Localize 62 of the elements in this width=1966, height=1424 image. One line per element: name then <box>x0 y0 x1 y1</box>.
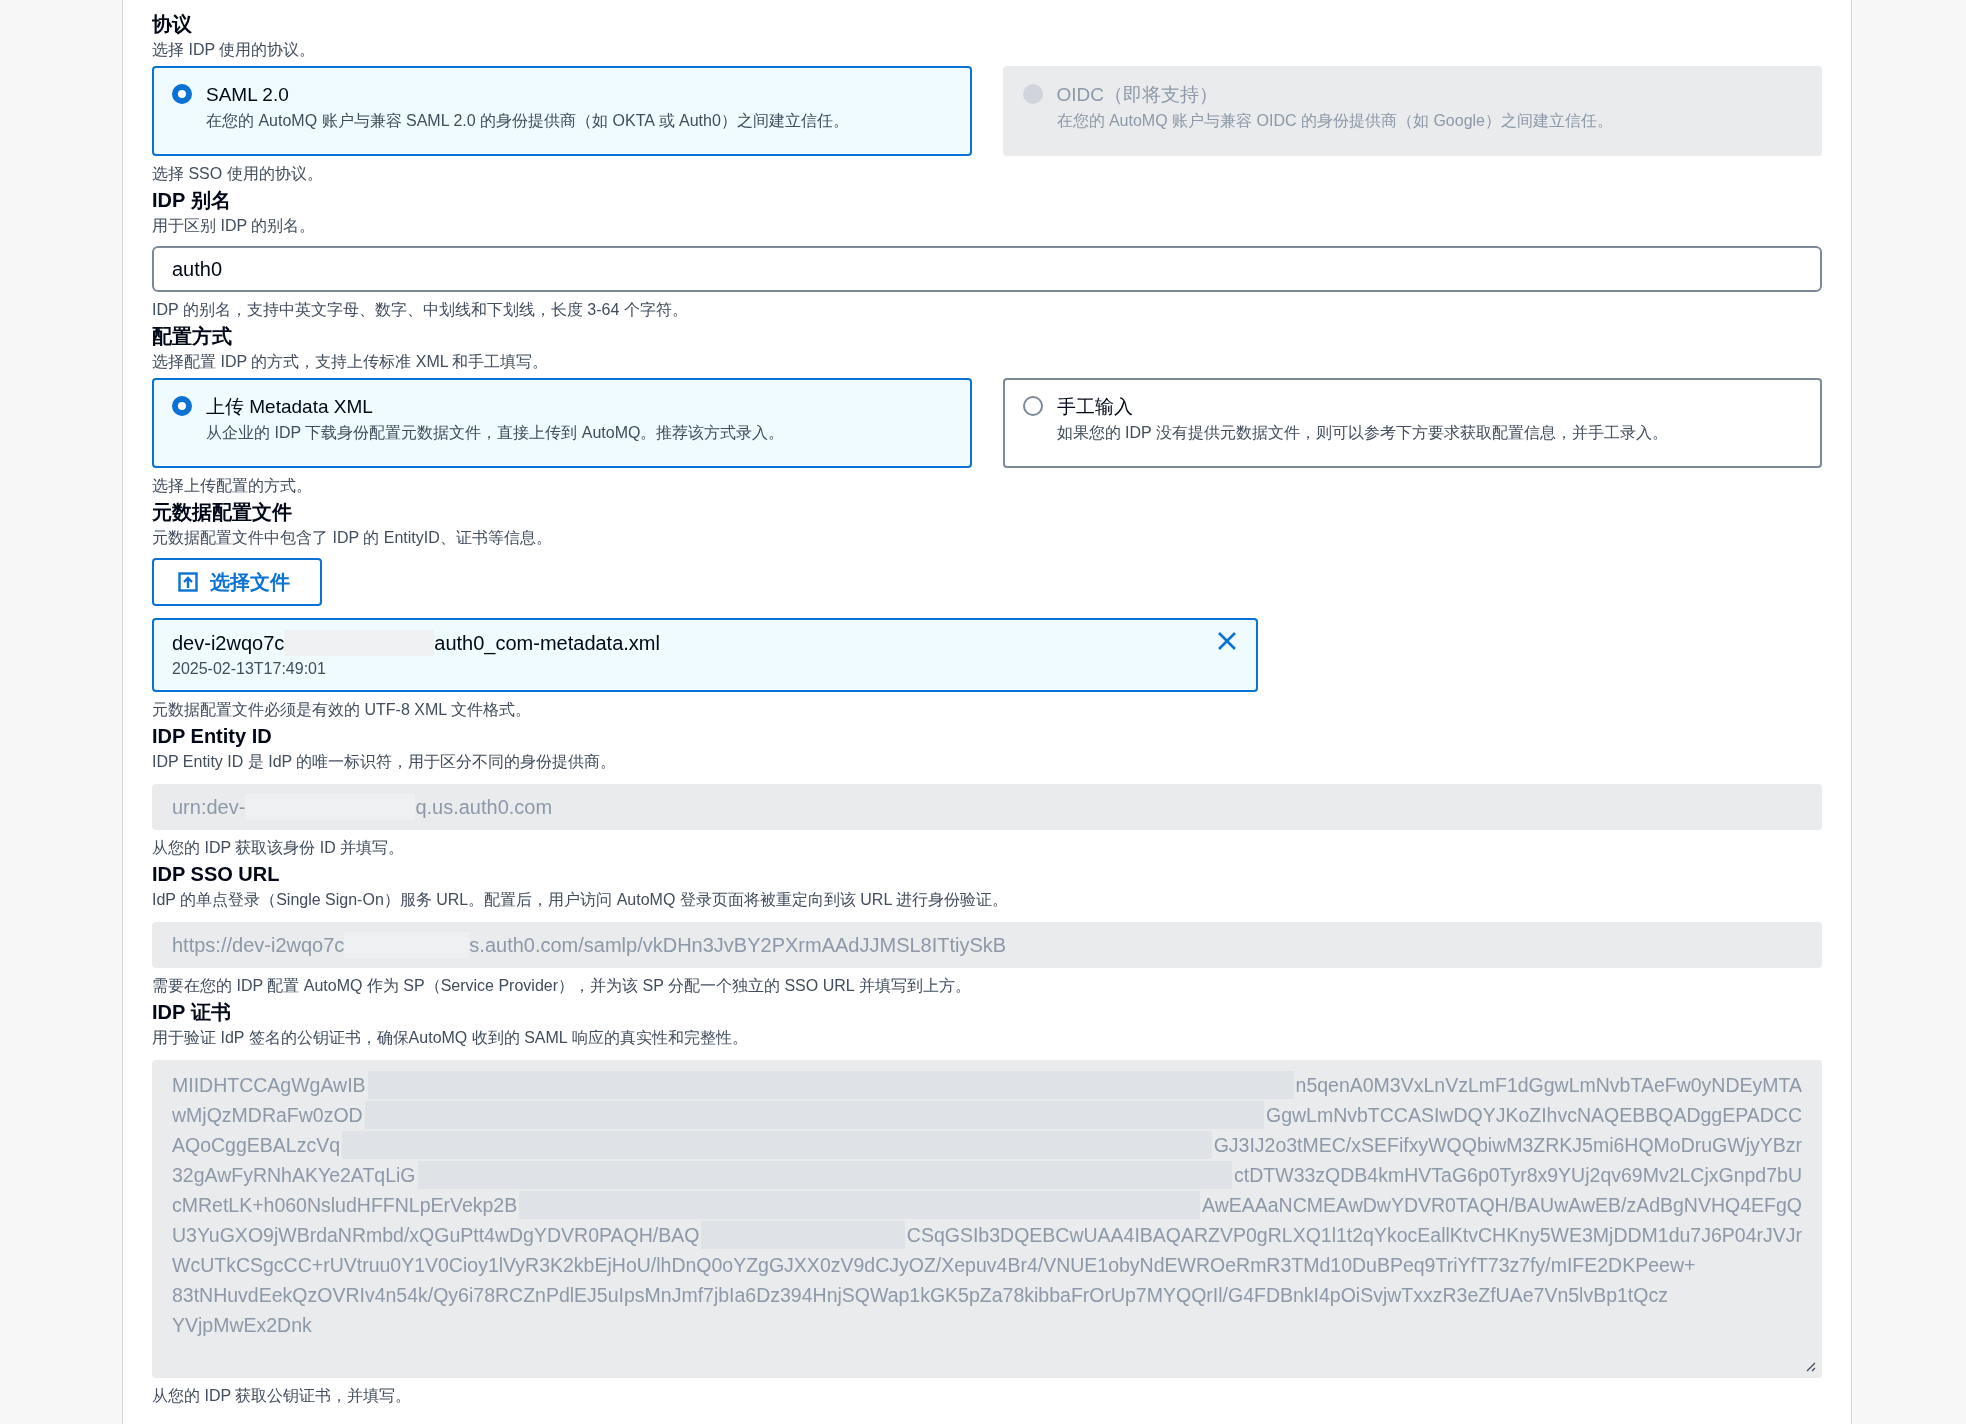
certificate-text: ctDTW33zQDB4kmHVTaG6p0Tyr8x9YUj2qv69Mv2LCjxGnpd7bU <box>1234 1163 1802 1188</box>
upload-icon <box>178 572 198 592</box>
section-hint: 选择 SSO 使用的协议。 <box>152 164 324 184</box>
alias-input[interactable]: auth0 <box>152 246 1822 292</box>
certificate-field[interactable] <box>152 1060 1822 1378</box>
radio-button[interactable] <box>172 84 192 104</box>
section-title: 元数据配置文件 <box>152 500 293 525</box>
option-label: 上传 Metadata XML <box>206 395 374 419</box>
section-description: 选择配置 IDP 的方式，支持上传标准 XML 和手工填写。 <box>152 352 550 372</box>
option-label: 手工输入 <box>1056 395 1134 419</box>
resize-handle-icon[interactable] <box>1804 1360 1816 1372</box>
option-label: OIDC（即将支持） <box>1056 83 1219 107</box>
section-title: IDP 证书 <box>152 1000 232 1025</box>
certificate-text: AQoCggEBALzcVq <box>172 1133 340 1158</box>
option-card[interactable]: SAML 2.0 在您的 AutoMQ 账户与兼容 SAML 2.0 的身份提供商（如 OKTA 或 Auth0）之间建立信任。 <box>152 66 972 156</box>
certificate-text: AwEAAaNCMEAwDwYDVR0TAQH/BAUwAwEB/zAdBgNVHQ4EFgQ <box>1202 1193 1802 1218</box>
certificate-text: GJ3IJ2o3tMEC/xSEFifxyWQQbiwM3ZRKJ5mi6HQMoDruGWjyYBzr <box>1213 1133 1802 1158</box>
section-description: 用于区别 IDP 的别名。 <box>152 216 317 236</box>
option-card[interactable]: 上传 Metadata XML 从企业的 IDP 下载身份配置元数据文件，直接上传到 AutoMQ。推荐该方式录入。 <box>152 378 972 468</box>
section-hint: 元数据配置文件必须是有效的 UTF-8 XML 文件格式。 <box>152 700 532 720</box>
choose-file-button[interactable]: 选择文件 <box>152 558 322 606</box>
section-title: IDP Entity ID <box>152 724 273 749</box>
section-description: IDP Entity ID 是 IdP 的唯一标识符，用于区分不同的身份提供商。 <box>152 752 618 772</box>
option-card[interactable]: 手工输入 如果您的 IDP 没有提供元数据文件，则可以参考下方要求获取配置信息，并手工录入。 <box>1002 378 1822 468</box>
option-label: SAML 2.0 <box>206 83 290 107</box>
file-date: 2025-02-13T17:49:01 <box>172 659 327 679</box>
section-description: IdP 的单点登录（Single Sign-On）服务 URL。配置后，用户访问 AutoMQ 登录页面将被重定向到该 URL 进行身份验证。 <box>152 890 1010 910</box>
radio-button[interactable] <box>1022 396 1043 416</box>
option-description: 如果您的 IDP 没有提供元数据文件，则可以参考下方要求获取配置信息，并手工录入。 <box>1056 423 1668 443</box>
section-hint: 需要在您的 IDP 配置 AutoMQ 作为 SP（Service Provider），并为该 SP 分配一个独立的 SSO URL 并填写到上方。 <box>152 976 972 996</box>
section-title: 协议 <box>152 12 193 37</box>
section-description: 元数据配置文件中包含了 IDP 的 EntityID、证书等信息。 <box>152 528 553 548</box>
certificate-text: YVjpMwEx2Dnk <box>172 1313 312 1338</box>
option-description: 从企业的 IDP 下载身份配置元数据文件，直接上传到 AutoMQ。推荐该方式录入。 <box>206 423 785 443</box>
certificate-text: 32gAwFyRNhAKYe2ATqLiG <box>172 1163 416 1188</box>
field-value: q.us.auth0.com <box>415 795 553 819</box>
section-hint: 从您的 IDP 获取公钥证书，并填写。 <box>152 1386 413 1406</box>
section-title: 配置方式 <box>152 324 233 349</box>
field-value: https://dev-i2wqo7c <box>172 933 345 957</box>
section-title: IDP SSO URL <box>152 862 281 887</box>
radio-button[interactable] <box>172 396 192 416</box>
field-value: s.auth0.com/samlp/vkDHn3JvBY2PXrmAAdJJMSL8ITtiySkB <box>469 933 1007 957</box>
section-hint: 从您的 IDP 获取该身份 ID 并填写。 <box>152 838 406 858</box>
certificate-text: MIIDHTCCAgWgAwIB <box>172 1073 366 1098</box>
certificate-text: GgwLmNvbTCCASIwDQYJKoZIhvcNAQEBBQADggEPADCC <box>1265 1103 1802 1128</box>
section-title: IDP 别名 <box>152 188 232 213</box>
certificate-text: n5qenA0M3VxLnVzLmF1dGgwLmNvbTAeFw0yNDEyMTA <box>1295 1073 1802 1098</box>
file-name: auth0_com-metadata.xml <box>434 631 660 657</box>
section-description: 用于验证 IdP 签名的公钥证书，确保AutoMQ 收到的 SAML 响应的真实性和完整性。 <box>152 1028 749 1048</box>
certificate-text: WcUTkCSgcCC+rUVtruu0Y1V0Cioy1lVyR3K2kbEjHoU/lhDnQ0oYZgGJXX0zV9dCJyOZ/Xepuv4Br4/VNUE1obyNdEWROeRmR3TMd10DuBPeq9TriYfT73z7fy/mIFE2DKPeew+ <box>172 1253 1696 1278</box>
section-description: 选择 IDP 使用的协议。 <box>152 40 317 60</box>
section-hint: IDP 的别名，支持中英文字母、数字、中划线和下划线，长度 3-64 个字符。 <box>152 300 689 320</box>
certificate-text: wMjQzMDRaFw0zOD <box>172 1103 363 1128</box>
certificate-text: CSqGSIb3DQEBCwUAA4IBAQARZVP0gRLXQ1l1t2qYkocEallKtvCHKny5WE3MjDDM1du7J6P04rJVJr <box>906 1223 1802 1248</box>
option-description: 在您的 AutoMQ 账户与兼容 SAML 2.0 的身份提供商（如 OKTA 或 Auth0）之间建立信任。 <box>206 111 849 131</box>
file-name: dev-i2wqo7c <box>172 631 285 656</box>
certificate-text: U3YuGXO9jWBrdaNRmbd/xQGuPtt4wDgYDVR0PAQH/BAQ <box>172 1223 700 1248</box>
option-description: 在您的 AutoMQ 账户与兼容 OIDC 的身份提供商（如 Google）之间建立信任。 <box>1056 111 1613 131</box>
certificate-text: cMRetLK+h060NsludHFFNLpErVekp2B <box>172 1193 518 1218</box>
field-value: urn:dev- <box>172 795 246 819</box>
section-hint: 选择上传配置的方式。 <box>152 476 313 496</box>
certificate-text: 83tNHuvdEekQzOVRIv4n54k/Qy6i78RCZnPdlEJ5uIpsMnJmf7jbIa6Dz394HnjSQWap1kGK5pZa78kibbaFrOrUp7MYQQrIl/G4FDBnkI4pOiSvjwTxxzR3eZfUAe7Vn5lvBp1tQcz <box>172 1283 1668 1308</box>
